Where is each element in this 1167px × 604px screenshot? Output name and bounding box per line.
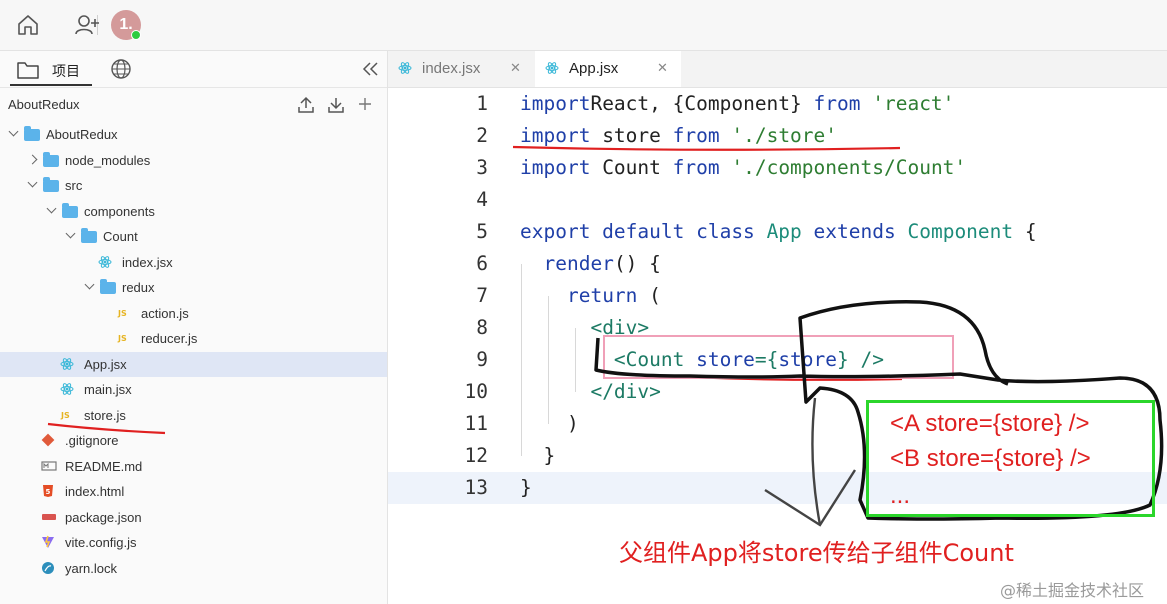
annotation-line-a: <A store={store} /> bbox=[890, 410, 1090, 437]
annotation-caption: 父组件App将store传给子组件Count bbox=[619, 539, 1014, 567]
watermark: @稀土掘金技术社区 bbox=[1000, 581, 1145, 600]
arrow-head bbox=[764, 469, 857, 527]
store-js-underline bbox=[47, 422, 166, 435]
import-store-underline bbox=[512, 145, 901, 151]
annotation-line-b: <B store={store} /> bbox=[890, 445, 1091, 472]
count-highlight-box bbox=[603, 335, 954, 379]
arrow-line bbox=[811, 397, 822, 526]
annotation-line-ellipsis: ... bbox=[890, 482, 911, 509]
